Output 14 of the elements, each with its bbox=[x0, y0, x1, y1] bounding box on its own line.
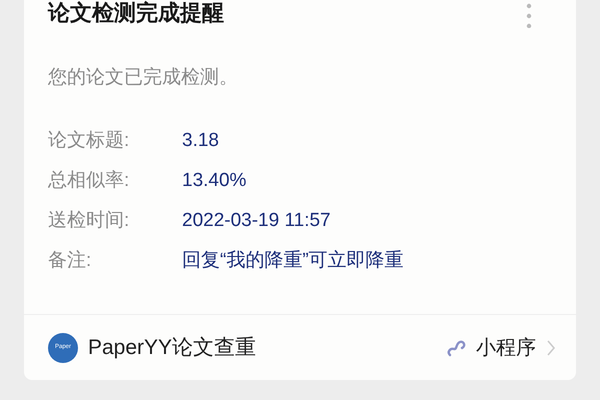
field-label: 论文标题: bbox=[48, 129, 130, 154]
chevron-right-icon[interactable] bbox=[546, 338, 556, 356]
more-icon[interactable] bbox=[526, 2, 532, 28]
field-label: 备注: bbox=[48, 249, 92, 274]
message-text: 您的论文已完成检测。 bbox=[47, 66, 239, 90]
field-label: 送检时间: bbox=[48, 209, 130, 234]
field-value: 13.40% bbox=[182, 169, 246, 194]
field-value: 回复“我的降重”可立即降重 bbox=[182, 249, 404, 274]
field-value: 2022-03-19 11:57 bbox=[182, 209, 331, 234]
app-name[interactable]: PaperYY论文查重 bbox=[88, 332, 256, 364]
field-label: 总相似率: bbox=[48, 169, 130, 194]
field-value: 3.18 bbox=[182, 129, 219, 154]
mini-program-label: 小程序 bbox=[476, 336, 536, 360]
card-title: 论文检测完成提醒 bbox=[48, 0, 224, 26]
